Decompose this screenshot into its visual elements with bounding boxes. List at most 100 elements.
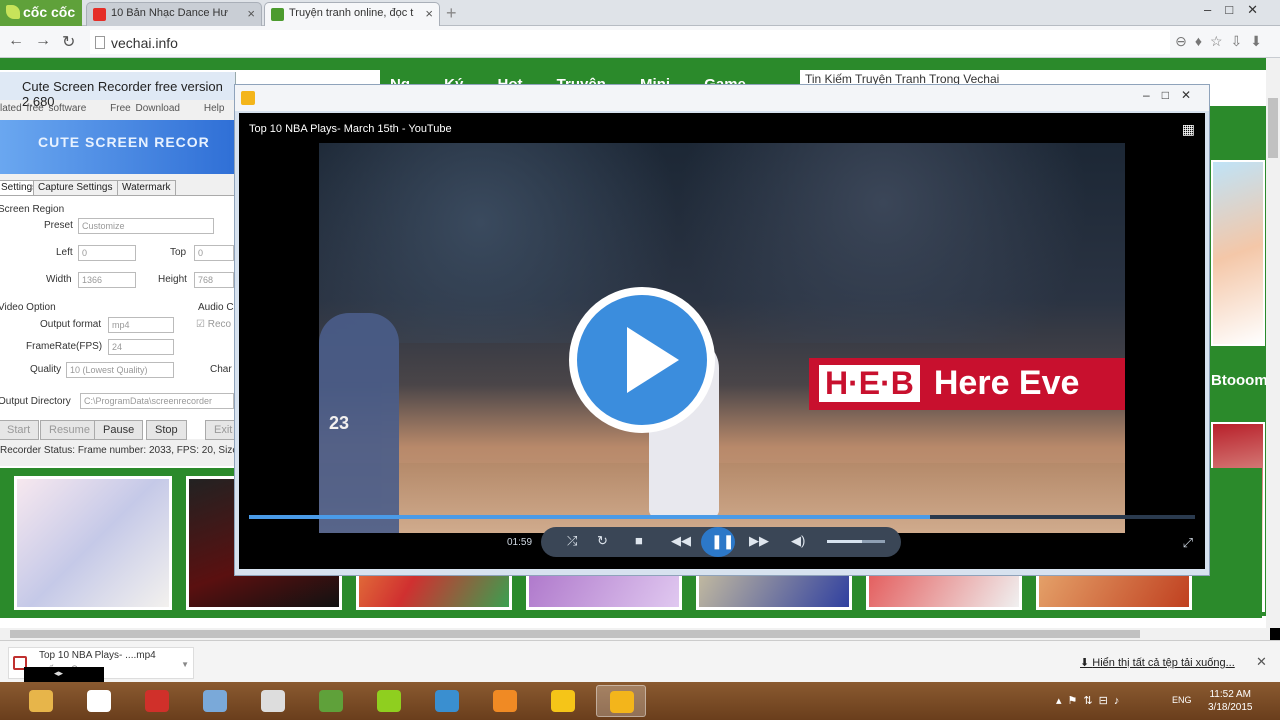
pause-button[interactable]: Pause — [94, 420, 144, 440]
taskbar-app-button[interactable] — [306, 685, 356, 717]
jersey-number: 23 — [329, 413, 350, 433]
volume-level — [827, 540, 862, 543]
earth-app-icon — [435, 690, 459, 712]
browser-toolbar: ← → ↻ vechai.info ⊖♦☆⇩⬇ — [0, 26, 1280, 58]
taskbar-app-button[interactable] — [74, 685, 124, 717]
window-controls[interactable]: ‒□✕ — [1204, 2, 1272, 18]
taskbar-app-button[interactable] — [248, 685, 298, 717]
language-indicator[interactable]: ENG — [1172, 695, 1192, 705]
window-controls[interactable]: ‒□✕ — [1143, 88, 1203, 102]
framerate-select[interactable]: 24 — [108, 339, 174, 355]
browser-tab-bar: cốc cốc 10 Bản Nhạc Dance Hư × Truyện tr… — [0, 0, 1280, 26]
tab-label: Truyện tranh online, đọc t — [289, 7, 414, 19]
playback-controls: ⤮ ↻ ■ ◀◀ ❚❚ ▶▶ ◀) — [541, 527, 901, 557]
side-thumbnail[interactable] — [1211, 160, 1265, 346]
output-format-select[interactable]: mp4 — [108, 317, 174, 333]
system-tray-icons[interactable]: ▴⚑⇅⊟♪ — [1056, 694, 1125, 707]
recorder-status: Recorder Status: Frame number: 2033, FPS… — [0, 445, 236, 456]
network-app-icon — [87, 690, 111, 712]
close-icon[interactable]: × — [247, 6, 255, 21]
taskbar-app-button[interactable] — [364, 685, 414, 717]
film-reel-icon — [261, 690, 285, 712]
width-input[interactable]: 1366 — [78, 272, 136, 288]
back-icon[interactable]: ← — [8, 32, 24, 50]
page-vertical-scrollbar[interactable] — [1266, 58, 1280, 628]
page-horizontal-scrollbar[interactable] — [0, 628, 1270, 640]
player-titlebar: ‒□✕ — [235, 85, 1209, 111]
arena-banner: H·E·B Here Eve — [809, 358, 1125, 410]
tab-youtube[interactable]: 10 Bản Nhạc Dance Hư × — [86, 2, 262, 26]
field-label: FrameRate(FPS) — [26, 341, 103, 352]
close-icon[interactable]: × — [425, 6, 433, 21]
shuffle-icon[interactable]: ⤮ — [567, 533, 577, 549]
field-label: Preset — [44, 220, 73, 231]
comic-thumbnail[interactable] — [14, 476, 172, 610]
left-input[interactable]: 0 — [78, 245, 136, 261]
scroll-thumb[interactable] — [10, 630, 1140, 638]
elapsed-time: 01:59 — [507, 537, 533, 548]
fullscreen-icon[interactable]: ⤢ — [1183, 535, 1193, 551]
menu-item[interactable]: Free Download — [110, 103, 180, 114]
tab-watermark[interactable]: Watermark — [117, 180, 176, 196]
tab-capture-settings[interactable]: Capture Settings — [33, 180, 118, 196]
taskbar-app-button[interactable] — [190, 685, 240, 717]
show-all-downloads-link[interactable]: ⬇ Hiển thị tất cả tệp tải xuống... — [1080, 656, 1235, 669]
record-audio-checkbox[interactable]: ☑ Reco — [196, 319, 231, 330]
forward-icon[interactable]: → — [35, 32, 51, 50]
quality-select[interactable]: 10 (Lowest Quality) — [66, 362, 174, 378]
coccoc-logo[interactable]: cốc cốc — [0, 0, 82, 26]
scroll-thumb[interactable] — [1268, 98, 1278, 158]
taskbar-app-button[interactable] — [422, 685, 472, 717]
resume-button[interactable]: Resume — [40, 420, 99, 440]
picture-app-icon — [203, 690, 227, 712]
next-icon[interactable]: ▶▶ — [749, 533, 769, 549]
field-label: Width — [46, 274, 72, 285]
clock[interactable]: 11:52 AM 3/18/2015 — [1208, 688, 1253, 714]
leaf-icon — [6, 5, 20, 19]
banner-text: Here Eve — [933, 364, 1080, 402]
taskbar-app-button[interactable] — [596, 685, 646, 717]
repeat-icon[interactable]: ↻ — [597, 533, 608, 549]
tab-vechai[interactable]: Truyện tranh online, đọc t × — [264, 2, 440, 26]
top-input[interactable]: 0 — [194, 245, 234, 261]
chevron-down-icon[interactable]: ▼ — [181, 660, 189, 669]
side-label[interactable]: Btooom — [1211, 358, 1268, 408]
clock-time: 11:52 AM — [1209, 689, 1251, 700]
address-bar[interactable]: vechai.info — [90, 30, 1170, 54]
download-filename: Top 10 NBA Plays- ....mp4 — [39, 650, 156, 661]
taskbar-app-button[interactable] — [480, 685, 530, 717]
menu-item[interactable]: Help — [204, 103, 225, 114]
menu-item[interactable]: lated free software — [0, 103, 86, 114]
height-input[interactable]: 768 — [194, 272, 234, 288]
start-button[interactable]: Start — [0, 420, 40, 440]
media-player-icon — [610, 691, 634, 713]
volume-slider[interactable] — [827, 540, 885, 543]
taskbar-app-button[interactable] — [132, 685, 182, 717]
stop-icon[interactable]: ■ — [635, 533, 643, 548]
bag-app-icon — [145, 690, 169, 712]
taskbar-app-button[interactable] — [16, 685, 66, 717]
volume-icon[interactable]: ◀) — [791, 533, 805, 549]
green-app-icon — [377, 690, 401, 712]
grid-icon[interactable]: ▦ — [1182, 121, 1195, 138]
seek-bar[interactable] — [249, 515, 1195, 519]
toolbar-icons[interactable]: ⊖♦☆⇩⬇ — [1175, 33, 1270, 50]
close-icon[interactable]: ✕ — [1256, 654, 1267, 670]
new-tab-button[interactable]: + — [446, 3, 457, 24]
exit-button[interactable]: Exit — [205, 420, 235, 440]
section-label: Screen Region — [0, 204, 65, 215]
play-overlay-icon[interactable] — [569, 287, 715, 433]
field-label: Left — [56, 247, 73, 258]
stop-button[interactable]: Stop — [146, 420, 187, 440]
output-directory-input[interactable]: C:\ProgramData\screenrecorder — [80, 393, 234, 409]
previous-icon[interactable]: ◀◀ — [671, 533, 691, 549]
video-area[interactable]: Top 10 NBA Plays- March 15th - YouTube ▦… — [239, 113, 1205, 569]
preset-select[interactable]: Customize — [78, 218, 214, 234]
page-header-bar — [0, 58, 1270, 70]
reload-icon[interactable]: ↻ — [62, 32, 75, 52]
progress-icon: ◂▸ — [24, 667, 104, 683]
recorder-menu: lated free software Free Download Help — [0, 101, 235, 119]
taskbar-app-button[interactable] — [538, 685, 588, 717]
pause-icon[interactable]: ❚❚ — [701, 527, 735, 557]
banner-brand: H·E·B — [819, 365, 920, 402]
